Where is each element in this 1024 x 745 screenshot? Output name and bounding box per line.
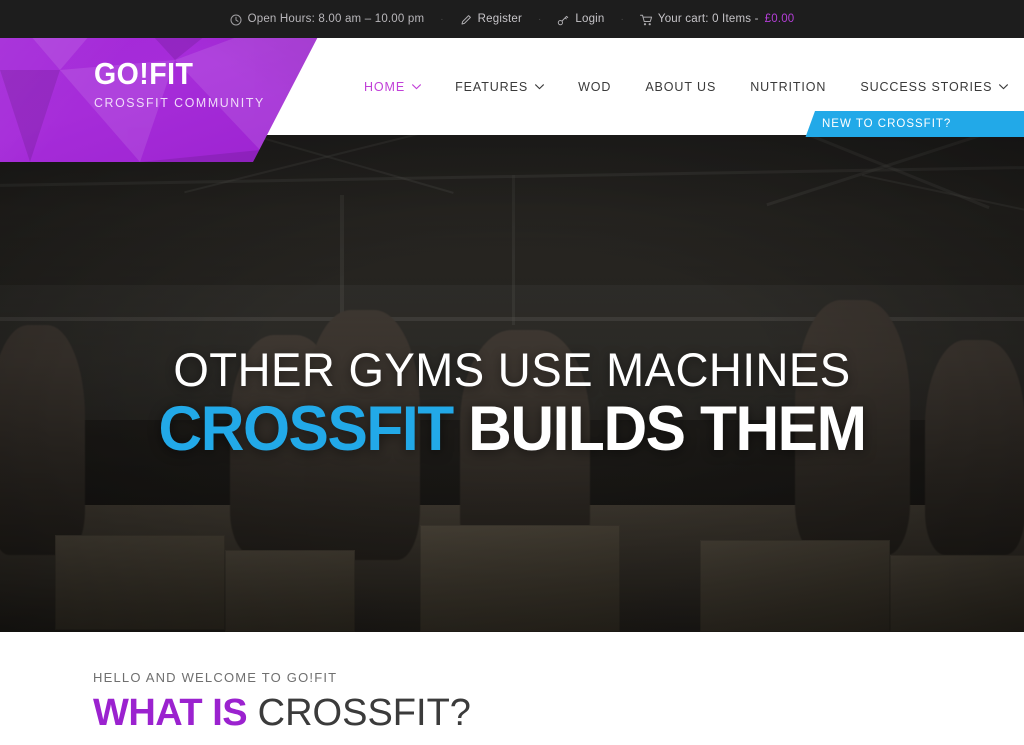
hero-section: OTHER GYMS USE MACHINES CROSSFIT BUILDS … bbox=[0, 135, 1024, 632]
brand-tagline: CROSSFIT COMMUNITY bbox=[94, 95, 265, 110]
register-link[interactable]: Register bbox=[460, 13, 522, 25]
hero-headline-accent: CROSSFIT bbox=[158, 394, 454, 464]
new-to-crossfit-button[interactable] bbox=[805, 111, 1024, 137]
login-link[interactable]: Login bbox=[557, 13, 605, 26]
brand-logo-text[interactable]: GO!FIT CROSSFIT COMMUNITY bbox=[94, 58, 274, 109]
page-root: Open Hours: 8.00 am – 10.00 pm · Registe… bbox=[0, 0, 1024, 745]
open-hours: Open Hours: 8.00 am – 10.00 pm bbox=[230, 13, 425, 26]
top-utility-items: Open Hours: 8.00 am – 10.00 pm · Registe… bbox=[230, 13, 795, 26]
nav-item-features-label: FEATURES bbox=[455, 79, 529, 94]
key-icon bbox=[557, 14, 569, 26]
welcome-title: WHAT IS CROSSFIT? bbox=[93, 692, 471, 734]
topbar-separator: · bbox=[440, 13, 444, 25]
nav-item-about-us-label: ABOUT US bbox=[645, 79, 717, 94]
chevron-down-icon bbox=[999, 83, 1009, 90]
topbar-separator: · bbox=[538, 13, 542, 25]
chevron-down-icon bbox=[412, 83, 422, 90]
welcome-eyebrow: HELLO AND WELCOME TO GO!FIT bbox=[93, 670, 338, 685]
pencil-icon bbox=[460, 14, 472, 26]
welcome-title-light: CROSSFIT? bbox=[247, 692, 471, 734]
nav-item-home-label: HOME bbox=[364, 79, 406, 94]
hero-headline-rest: BUILDS THEM bbox=[452, 394, 867, 464]
cart-label: Your cart: 0 Items - bbox=[657, 13, 759, 25]
clock-icon bbox=[230, 14, 242, 26]
hero-content: OTHER GYMS USE MACHINES CROSSFIT BUILDS … bbox=[0, 135, 1024, 632]
hero-headline-line1: OTHER GYMS USE MACHINES bbox=[173, 343, 851, 396]
welcome-title-bold: WHAT IS bbox=[93, 692, 248, 734]
nav-item-wod-label: WOD bbox=[578, 79, 612, 94]
nav-item-success-stories-label: SUCCESS STORIES bbox=[860, 79, 993, 94]
nav-item-about-us[interactable]: ABOUT US bbox=[628, 38, 733, 135]
cart-link[interactable]: Your cart: 0 Items - £0.00 bbox=[639, 13, 795, 26]
nav-item-wod[interactable]: WOD bbox=[561, 38, 628, 135]
topbar-separator: · bbox=[620, 13, 624, 25]
login-label: Login bbox=[575, 13, 605, 25]
top-utility-bar: Open Hours: 8.00 am – 10.00 pm · Registe… bbox=[0, 0, 1024, 38]
welcome-section: HELLO AND WELCOME TO GO!FIT WHAT IS CROS… bbox=[0, 632, 1024, 745]
nav-item-nutrition-label: NUTRITION bbox=[750, 79, 827, 94]
brand-name: GO!FIT bbox=[94, 56, 194, 91]
hero-headline-line2: CROSSFIT BUILDS THEM bbox=[20, 398, 1003, 461]
chevron-down-icon bbox=[535, 83, 545, 90]
cart-total: £0.00 bbox=[764, 13, 795, 25]
cart-icon bbox=[639, 14, 652, 26]
open-hours-text: Open Hours: 8.00 am – 10.00 pm bbox=[247, 13, 425, 25]
nav-item-home[interactable]: HOME bbox=[347, 38, 438, 135]
register-label: Register bbox=[477, 13, 523, 25]
nav-item-features[interactable]: FEATURES bbox=[438, 38, 561, 135]
